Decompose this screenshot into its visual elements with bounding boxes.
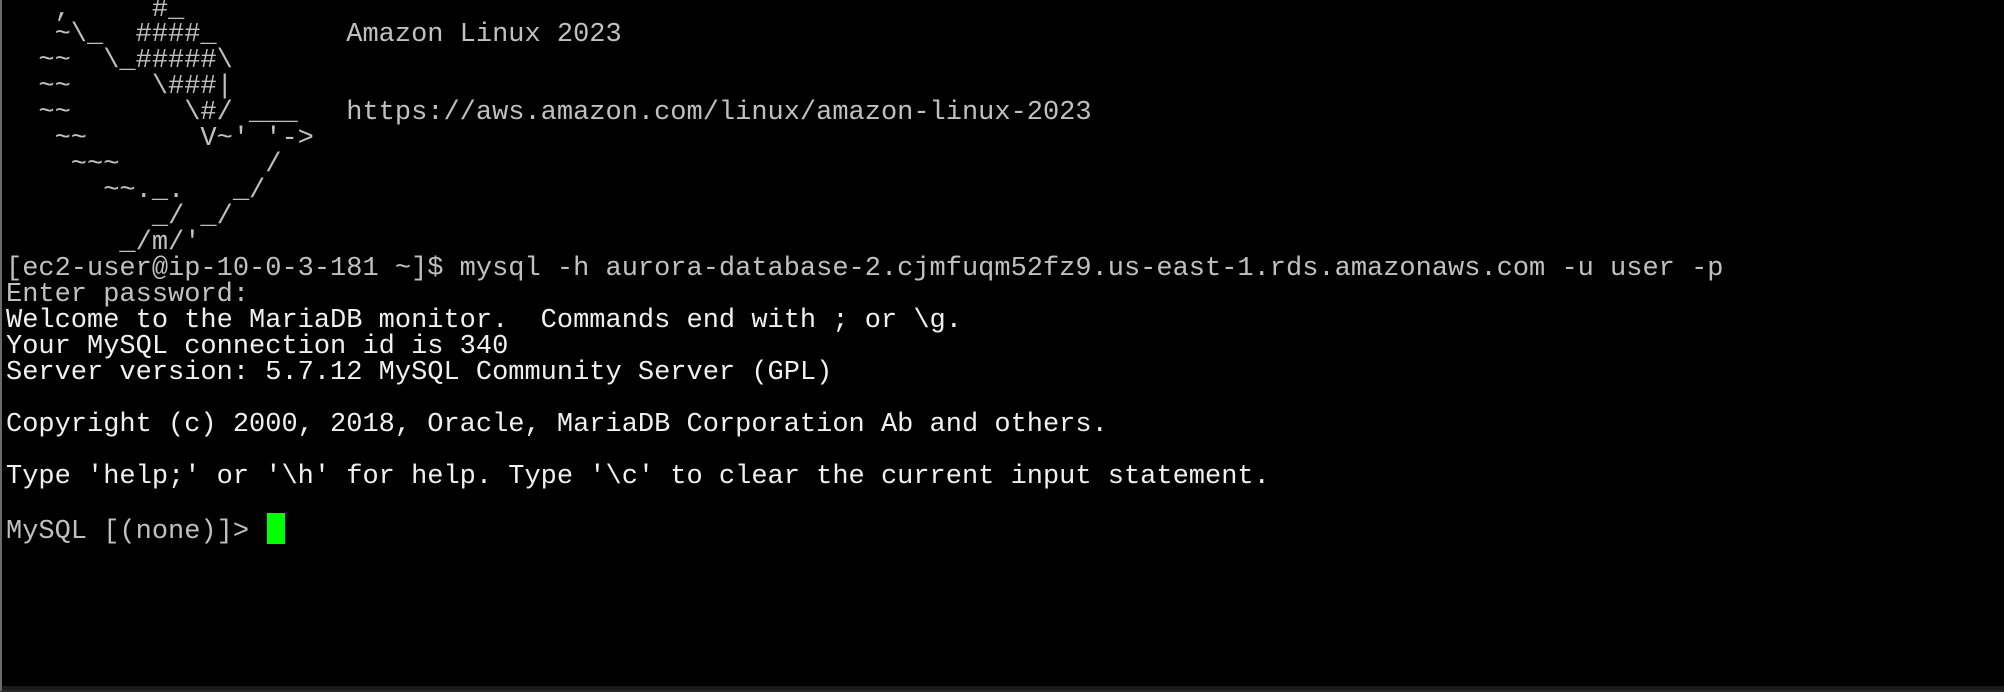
shell-command-line: [ec2-user@ip-10-0-3-181 ~]$ mysql -h aur…	[6, 254, 1724, 284]
text-cursor[interactable]	[267, 513, 286, 544]
server-version-line: Server version: 5.7.12 MySQL Community S…	[6, 358, 833, 388]
mysql-prompt-line[interactable]: MySQL [(none)]>	[6, 513, 286, 547]
window-bottom-edge	[2, 686, 2004, 690]
mysql-prompt: MySQL [(none)]>	[6, 517, 266, 547]
help-hint-line: Type 'help;' or '\h' for help. Type '\c'…	[6, 462, 1270, 492]
copyright-line: Copyright (c) 2000, 2018, Oracle, MariaD…	[6, 410, 1108, 440]
terminal-window[interactable]: , #_ ~\_ ####_ Amazon Linux 2023 ~~ \_##…	[0, 0, 2004, 692]
